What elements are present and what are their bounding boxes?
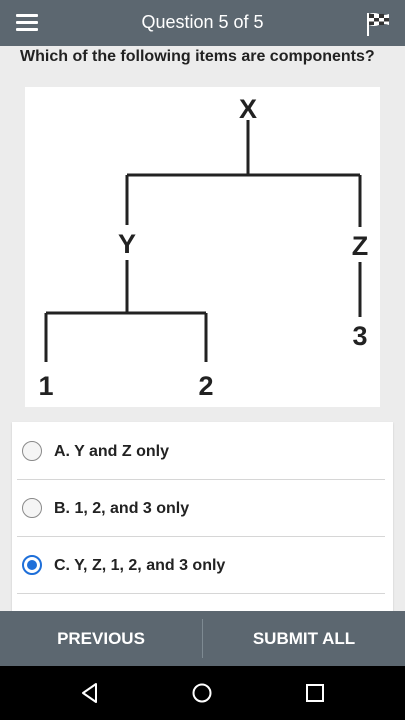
question-text: Which of the following items are compone… [20,48,375,65]
node-x-label: X [239,94,257,124]
tree-connectors [44,120,362,362]
answer-label-a: A. Y and Z only [54,443,169,460]
divider [17,536,385,537]
bottom-action-bar: PREVIOUS SUBMIT ALL [0,611,405,666]
answer-option-b[interactable]: B. 1, 2, and 3 only [12,481,393,537]
previous-button[interactable]: PREVIOUS [0,611,202,666]
component-tree-diagram: X Y Z 3 1 2 [25,87,380,407]
top-app-bar: Question 5 of 5 [0,0,405,46]
node-2-label: 2 [198,371,213,401]
answer-label-b: B. 1, 2, and 3 only [54,500,190,517]
answer-option-a[interactable]: A. Y and Z only [12,424,393,480]
system-navigation-bar [0,666,405,720]
node-z-label: Z [352,231,369,261]
answer-label-c: C. Y, Z, 1, 2, and 3 only [54,557,226,574]
divider [17,593,385,594]
node-1-label: 1 [38,371,53,401]
node-3-label: 3 [352,321,367,351]
radio-button-a[interactable] [22,441,42,461]
home-circle-icon[interactable] [190,681,214,705]
recents-square-icon[interactable] [303,681,327,705]
checkered-flag-icon[interactable] [365,11,391,37]
back-triangle-icon[interactable] [78,681,102,705]
node-y-label: Y [118,229,136,259]
answer-list: A. Y and Z only B. 1, 2, and 3 only C. Y… [12,422,393,612]
submit-all-button[interactable]: SUBMIT ALL [203,611,405,666]
divider [17,479,385,480]
answer-option-c[interactable]: C. Y, Z, 1, 2, and 3 only [12,538,393,594]
radio-button-b[interactable] [22,498,42,518]
radio-button-c[interactable] [22,555,42,575]
page-title: Question 5 of 5 [141,12,264,32]
